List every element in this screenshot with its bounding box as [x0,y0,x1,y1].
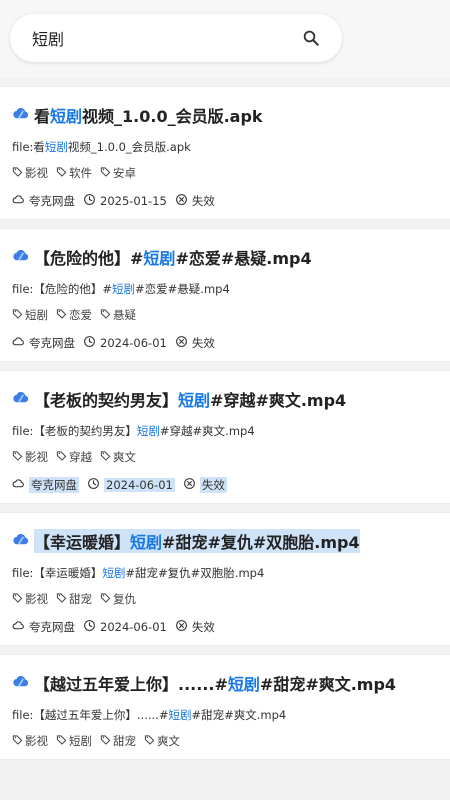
date-item: 2024-06-01 [83,619,167,635]
result-title-row[interactable]: 【越过五年爱上你】......#短剧#甜宠#爽文.mp4 [12,671,438,695]
invalid-icon [175,193,192,209]
file-path: file:【危险的他】#短剧#恋爱#悬疑.mp4 [12,282,230,296]
result-meta: 夸克网盘 2025-01-15 失效 [12,193,438,209]
clock-icon [83,619,100,635]
cloud-icon [12,104,34,126]
tag-list: 影视 软件 安卓 [12,165,438,181]
tag-list: 短剧 恋爱 悬疑 [12,307,438,323]
result-title[interactable]: 【幸运暖婚】短剧#甜宠#复仇#双胞胎.mp4 [34,529,360,553]
invalid-icon [183,477,200,493]
tag[interactable]: 恋爱 [56,307,92,323]
tag[interactable]: 影视 [12,449,48,465]
file-path: file:【幸运暖婚】短剧#甜宠#复仇#双胞胎.mp4 [12,566,265,580]
date-item: 2025-01-15 [83,193,167,209]
result-title[interactable]: 【越过五年爱上你】......#短剧#甜宠#爽文.mp4 [34,671,396,695]
tag-list: 影视 穿越 爽文 [12,449,438,465]
tag[interactable]: 短剧 [12,307,48,323]
tag[interactable]: 软件 [56,165,92,181]
tag-icon [56,308,69,322]
tag-list: 影视 短剧 甜宠 爽文 [12,733,438,749]
result-title-row[interactable]: 【老板的契约男友】短剧#穿越#爽文.mp4 [12,387,438,411]
tag[interactable]: 复仇 [100,591,136,607]
file-path: file:【越过五年爱上你】......#短剧#甜宠#爽文.mp4 [12,708,287,722]
tag-icon [56,592,69,606]
result-card[interactable]: 【老板的契约男友】短剧#穿越#爽文.mp4 file:【老板的契约男友】短剧#穿越… [0,370,450,504]
tag-icon [56,166,69,180]
tag-icon [56,450,69,464]
status-item: 失效 [175,193,215,209]
clock-icon [83,193,100,209]
tag[interactable]: 爽文 [144,733,180,749]
tag[interactable]: 穿越 [56,449,92,465]
tag[interactable]: 影视 [12,591,48,607]
results-list: 看短剧视频_1.0.0_会员版.apk file:看短剧视频_1.0.0_会员版.… [0,86,450,760]
tag-icon [12,450,25,464]
invalid-icon [175,619,192,635]
result-meta: 夸克网盘 2024-06-01 失效 [12,335,438,351]
tag[interactable]: 影视 [12,733,48,749]
tag-icon [100,734,113,748]
result-title[interactable]: 【老板的契约男友】短剧#穿越#爽文.mp4 [34,387,346,411]
tag[interactable]: 悬疑 [100,307,136,323]
cloud-disk-icon [12,335,29,351]
file-path: file:看短剧视频_1.0.0_会员版.apk [12,140,191,154]
tag-icon [12,734,25,748]
date-item: 2024-06-01 [83,335,167,351]
status-item: 失效 [175,335,215,351]
cloud-disk-icon [12,477,29,493]
result-title[interactable]: 【危险的他】#短剧#恋爱#悬疑.mp4 [34,245,312,269]
source-item: 夸克网盘 [12,477,79,493]
tag-icon [12,308,25,322]
tag-icon [100,308,113,322]
cloud-icon [12,388,34,410]
tag-icon [12,592,25,606]
cloud-icon [12,672,34,694]
status-item: 失效 [175,619,215,635]
tag[interactable]: 安卓 [100,165,136,181]
result-title-row[interactable]: 【幸运暖婚】短剧#甜宠#复仇#双胞胎.mp4 [12,529,438,553]
cloud-disk-icon [12,193,29,209]
tag-icon [100,450,113,464]
tag[interactable]: 影视 [12,165,48,181]
result-title-row[interactable]: 看短剧视频_1.0.0_会员版.apk [12,103,438,127]
invalid-icon [175,335,192,351]
tag-icon [100,166,113,180]
tag[interactable]: 短剧 [56,733,92,749]
result-card[interactable]: 看短剧视频_1.0.0_会员版.apk file:看短剧视频_1.0.0_会员版.… [0,86,450,220]
result-card[interactable]: 【越过五年爱上你】......#短剧#甜宠#爽文.mp4 file:【越过五年爱上… [0,654,450,760]
tag-list: 影视 甜宠 复仇 [12,591,438,607]
search-area [0,0,450,78]
tag-icon [100,592,113,606]
result-meta: 夸克网盘 2024-06-01 失效 [12,477,438,493]
result-card[interactable]: 【幸运暖婚】短剧#甜宠#复仇#双胞胎.mp4 file:【幸运暖婚】短剧#甜宠#复… [0,512,450,646]
tag-icon [56,734,69,748]
clock-icon [83,335,100,351]
cloud-icon [12,246,34,268]
status-item: 失效 [183,477,227,493]
file-path: file:【老板的契约男友】短剧#穿越#爽文.mp4 [12,424,255,438]
result-title-row[interactable]: 【危险的他】#短剧#恋爱#悬疑.mp4 [12,245,438,269]
search-icon[interactable] [300,27,322,49]
result-meta: 夸克网盘 2024-06-01 失效 [12,619,438,635]
tag[interactable]: 甜宠 [56,591,92,607]
cloud-disk-icon [12,619,29,635]
cloud-icon [12,530,34,552]
source-item: 夸克网盘 [12,335,75,351]
source-item: 夸克网盘 [12,619,75,635]
clock-icon [87,477,104,493]
search-box[interactable] [10,14,342,62]
tag-icon [144,734,157,748]
source-item: 夸克网盘 [12,193,75,209]
tag[interactable]: 爽文 [100,449,136,465]
tag-icon [12,166,25,180]
result-title[interactable]: 看短剧视频_1.0.0_会员版.apk [34,103,263,127]
result-card[interactable]: 【危险的他】#短剧#恋爱#悬疑.mp4 file:【危险的他】#短剧#恋爱#悬疑.… [0,228,450,362]
tag[interactable]: 甜宠 [100,733,136,749]
search-input[interactable] [30,27,300,49]
date-item: 2024-06-01 [87,477,175,493]
